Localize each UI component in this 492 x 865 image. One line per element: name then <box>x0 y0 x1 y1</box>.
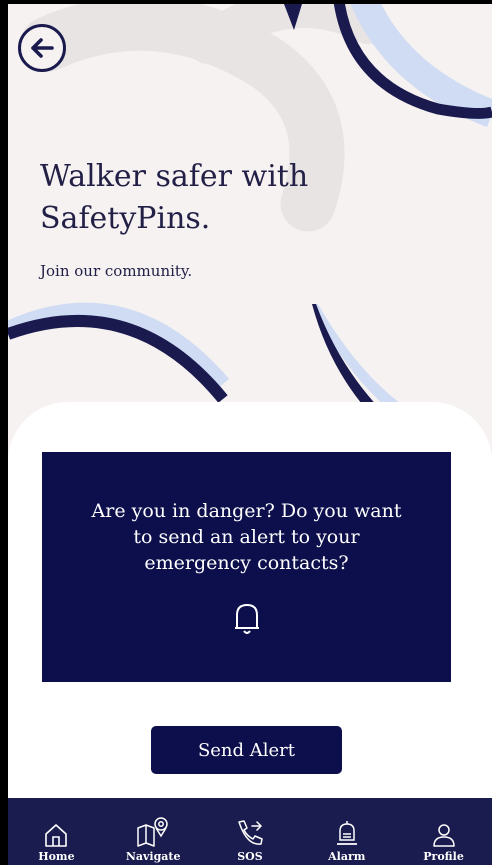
back-button[interactable] <box>18 24 66 72</box>
hero-subtitle: Join our community. <box>40 262 193 280</box>
nav-label-sos: SOS <box>237 850 263 863</box>
bell-icon <box>234 602 260 640</box>
nav-label-home: Home <box>38 850 75 863</box>
nav-item-sos[interactable]: SOS <box>205 798 295 865</box>
content-sheet: Are you in danger? Do you want to send a… <box>8 402 492 802</box>
nav-item-navigate[interactable]: Navigate <box>108 798 198 865</box>
send-alert-button[interactable]: Send Alert <box>151 726 342 774</box>
hero-title: Walker safer with SafetyPins. <box>40 159 309 236</box>
nav-label-profile: Profile <box>423 850 464 863</box>
phone-call-icon <box>238 820 263 845</box>
bottom-nav: Home Navigate SOS Alarm Profile <box>8 798 492 865</box>
alarm-bell-icon <box>336 821 357 845</box>
user-icon <box>432 824 455 847</box>
app-screen: Walker safer with SafetyPins. Join our c… <box>8 4 492 865</box>
nav-label-alarm: Alarm <box>328 850 366 863</box>
nav-item-profile[interactable]: Profile <box>399 798 489 865</box>
alert-message: Are you in danger? Do you want to send a… <box>91 500 402 574</box>
nav-label-navigate: Navigate <box>125 850 181 863</box>
nav-item-alarm[interactable]: Alarm <box>302 798 392 865</box>
home-icon <box>45 824 68 847</box>
alert-card: Are you in danger? Do you want to send a… <box>42 452 451 682</box>
nav-item-home[interactable]: Home <box>11 798 101 865</box>
arrow-left-icon <box>31 38 54 58</box>
map-pin-icon <box>137 817 168 847</box>
